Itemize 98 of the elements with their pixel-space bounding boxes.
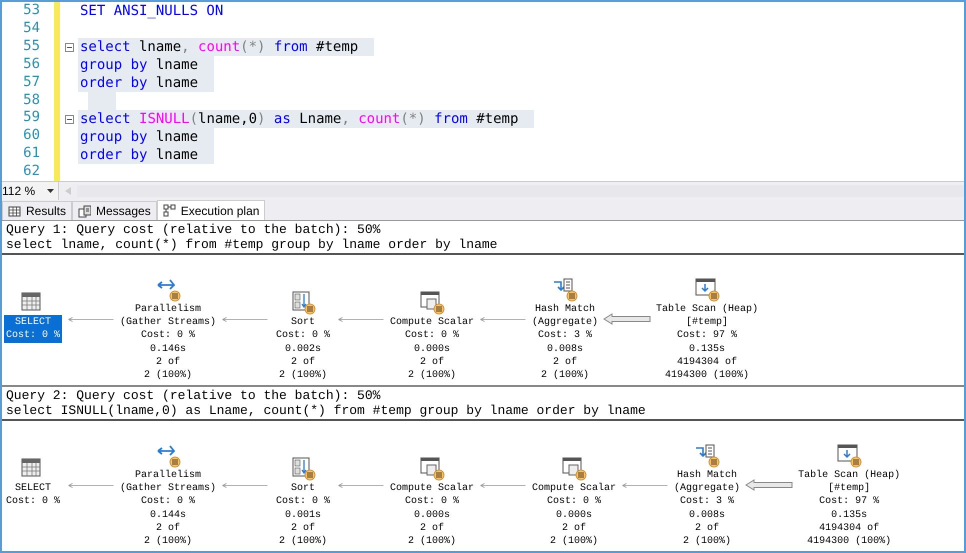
operator-time: 0.008s	[547, 343, 584, 356]
query-sql-text: select lname, count(*) from #temp group by lname order by lname	[6, 237, 498, 252]
operator-cost: Cost: 0 %	[276, 329, 330, 342]
flow-list-icon	[694, 443, 720, 468]
operator-time: 0.000s	[414, 343, 450, 356]
diagram-icon	[162, 204, 176, 217]
operator-name: Compute Scalar	[390, 316, 474, 329]
operator-time: 0.000s	[556, 509, 592, 522]
operator-rows: 2 of 2 (100%)	[144, 522, 192, 548]
line-number: 59	[22, 109, 41, 128]
operator-cost: Cost: 0 %	[547, 495, 602, 508]
thick-arrow	[603, 313, 652, 325]
thin-arrow	[480, 482, 526, 488]
tab[interactable]: Results	[2, 201, 72, 220]
sort-az-icon	[290, 290, 316, 315]
collapse-icon[interactable]	[64, 114, 74, 124]
line-number: 54	[22, 20, 41, 38]
operator-rows: 4194304 of 4194300 (100%)	[807, 522, 892, 548]
operator-name: Parallelism (Gather Streams)	[120, 303, 216, 329]
operator-cost: Cost: 0 %	[141, 329, 196, 342]
operator-label[interactable]: SELECT Cost: 0 %	[4, 315, 62, 343]
operator-rows: 2 of 2 (100%)	[541, 356, 590, 382]
operator-name: Table Scan (Heap) [#temp]	[798, 469, 900, 495]
line-number: 55	[22, 38, 41, 56]
thin-arrow	[622, 482, 668, 488]
query-sql-text: select ISNULL(lname,0) as Lname, count(*) from #temp group by lname order by lname	[6, 403, 647, 418]
operator-time: 0.135s	[689, 343, 726, 356]
arrow-badge-icon	[156, 443, 180, 468]
operator-name: Table Scan (Heap) [#temp]	[656, 303, 758, 329]
thin-arrow	[338, 316, 384, 322]
line-number: 58	[22, 92, 41, 110]
line-number: 62	[22, 163, 41, 181]
operator-cost: Cost: 0 %	[141, 495, 196, 508]
operator-time: 0.008s	[689, 509, 726, 522]
operator-name: Compute Scalar	[390, 482, 474, 495]
thin-arrow	[222, 316, 268, 322]
horizontal-scrollbar[interactable]	[77, 185, 964, 197]
thin-arrow	[222, 482, 268, 488]
query-cost-text: Query 1: Query cost (relative to the batch): 50%	[6, 222, 382, 237]
operator-name: SELECT	[14, 482, 51, 495]
operator-time: 0.135s	[831, 509, 868, 522]
operator-time: 0.000s	[414, 509, 450, 522]
operator-cost: Cost: 97 %	[819, 495, 880, 508]
operator-cost: Cost: 0 %	[405, 329, 460, 342]
window-badge-icon	[420, 290, 445, 315]
grid-icon	[8, 204, 21, 218]
operator-cost: Cost: 0 %	[276, 495, 330, 508]
sort-az-icon	[290, 456, 316, 481]
line-number: 56	[22, 56, 41, 74]
caret-icon	[47, 189, 54, 193]
thin-arrow	[68, 316, 114, 322]
code-line: SET ANSI_NULLS ON	[79, 2, 224, 20]
line-number: 57	[22, 74, 41, 92]
operator-rows: 2 of 2 (100%)	[408, 356, 456, 382]
operator-cost: Cost: 97 %	[677, 329, 738, 342]
operator-cost: Cost: 0 %	[6, 329, 60, 342]
operator-rows: 2 of 2 (100%)	[683, 522, 732, 548]
window-badge-icon	[562, 456, 587, 481]
operator-time: 0.001s	[285, 509, 322, 522]
flow-list-icon	[552, 277, 578, 302]
operator-rows: 2 of 2 (100%)	[550, 522, 598, 548]
line-number: 53	[22, 2, 41, 20]
operator-name: Hash Match (Aggregate)	[532, 303, 598, 329]
operator-time: 0.146s	[150, 343, 186, 356]
scroll-left-icon	[65, 187, 71, 195]
line-number: 61	[22, 145, 41, 164]
operator-rows: 2 of 2 (100%)	[279, 356, 328, 382]
window-down-arrow-icon	[836, 443, 862, 468]
tab[interactable]: Execution plan	[156, 200, 266, 220]
operator-rows: 2 of 2 (100%)	[144, 356, 192, 382]
operator-name: Parallelism (Gather Streams)	[120, 469, 216, 495]
operator-rows: 4194304 of 4194300 (100%)	[665, 356, 750, 382]
operator-cost: Cost: 0 %	[405, 495, 460, 508]
collapse-icon[interactable]	[64, 42, 74, 52]
query-cost-text: Query 2: Query cost (relative to the batch): 50%	[6, 388, 382, 403]
window-badge-icon	[420, 456, 445, 481]
operator-name: Sort	[291, 482, 316, 495]
zoom-dropdown[interactable]: 112 %	[2, 182, 59, 200]
arrow-badge-icon	[156, 277, 180, 302]
documents-icon	[78, 204, 92, 218]
window-down-arrow-icon	[694, 277, 720, 302]
operator-time: 0.002s	[285, 343, 322, 356]
thin-arrow	[68, 482, 114, 488]
thick-arrow	[745, 479, 794, 491]
operator-name: Hash Match (Aggregate)	[674, 469, 740, 495]
tab[interactable]: Messages	[72, 201, 157, 220]
operator-cost: Cost: 0 %	[6, 495, 60, 508]
operator-cost: Cost: 3 %	[538, 329, 592, 342]
operator-name: Sort	[291, 316, 316, 329]
operator-rows: 2 of 2 (100%)	[279, 522, 328, 548]
operator-name: Compute Scalar	[532, 482, 616, 495]
operator-name: SELECT	[14, 316, 51, 329]
thin-arrow	[480, 316, 526, 322]
operator-time: 0.144s	[150, 509, 186, 522]
operator-rows: 2 of 2 (100%)	[408, 522, 456, 548]
line-number: 60	[22, 127, 41, 146]
thin-arrow	[338, 482, 384, 488]
operator-cost: Cost: 3 %	[680, 495, 734, 508]
